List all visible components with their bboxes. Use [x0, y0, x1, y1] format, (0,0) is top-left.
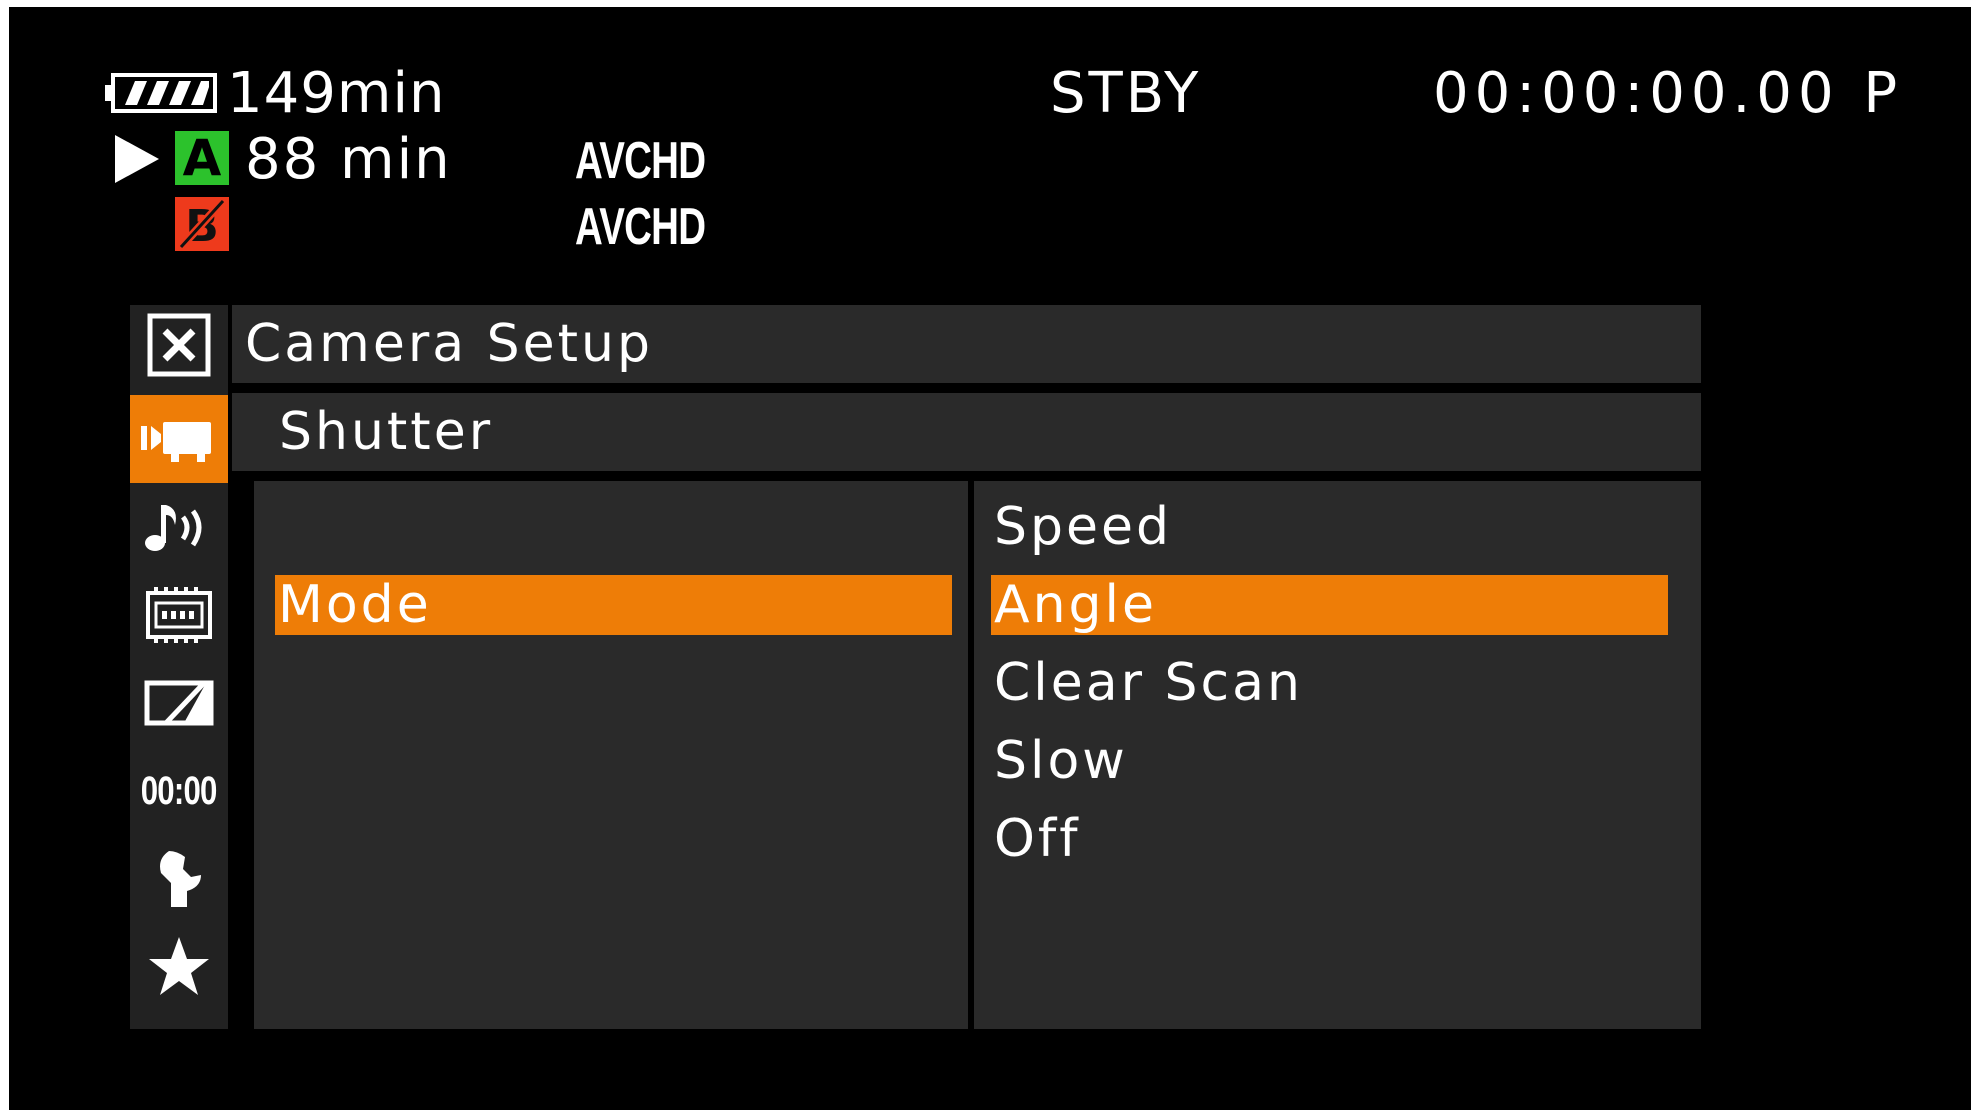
slot-a-format: AVCHD [575, 132, 706, 190]
recording-status: STBY [1050, 61, 1202, 126]
video-setup-icon [146, 587, 212, 643]
option-speed[interactable]: Speed [991, 497, 1668, 557]
play-icon [115, 135, 159, 183]
sidebar-item-lcd-setup[interactable] [130, 659, 228, 747]
sidebar-item-video-setup[interactable] [130, 571, 228, 659]
timecode-display: 00:00:00.00 P [1433, 61, 1904, 126]
camera-setup-icon [141, 422, 211, 462]
menu-category-sidebar: 00:00 [130, 305, 228, 1029]
battery-full-icon [105, 73, 217, 113]
option-list-panel: Speed Angle Clear Scan Slow Off [974, 481, 1701, 1029]
card-slot-a-icon: A [175, 131, 229, 185]
option-slow[interactable]: Slow [991, 731, 1668, 791]
tc-ub-setup-icon: 00:00 [141, 768, 218, 813]
option-clear-scan[interactable]: Clear Scan [991, 653, 1668, 713]
card-b-no-media-icon: B [175, 197, 229, 251]
setting-list-panel: Mode [254, 481, 968, 1029]
lcd-setup-icon [144, 680, 214, 726]
sidebar-item-my-menu[interactable] [130, 923, 228, 1011]
close-icon [147, 313, 211, 377]
submenu-title-bar: Shutter [232, 393, 1701, 471]
sidebar-item-other-functions[interactable] [130, 835, 228, 923]
viewfinder-screen: 149min STBY 00:00:00.00 P A 88 min AVCHD… [9, 7, 1971, 1110]
sidebar-item-tc-ub-setup[interactable]: 00:00 [130, 747, 228, 835]
submenu-title: Shutter [279, 402, 494, 462]
audio-setup-icon [145, 505, 202, 551]
menu-title-bar: Camera Setup [232, 305, 1701, 383]
star-icon [149, 937, 209, 995]
wrench-icon [160, 851, 201, 907]
slot-b-format: AVCHD [575, 198, 706, 256]
page-title: Camera Setup [245, 314, 653, 374]
close-menu-button[interactable] [130, 305, 228, 385]
option-angle[interactable]: Angle [991, 575, 1668, 635]
slot-a-remaining-time: 88 min [245, 127, 452, 192]
sidebar-item-audio-setup[interactable] [130, 483, 228, 571]
option-off[interactable]: Off [991, 809, 1668, 869]
battery-remaining-time: 149min [227, 61, 446, 126]
sidebar-item-camera-setup[interactable] [130, 395, 228, 483]
menu-item-mode[interactable]: Mode [275, 575, 952, 635]
